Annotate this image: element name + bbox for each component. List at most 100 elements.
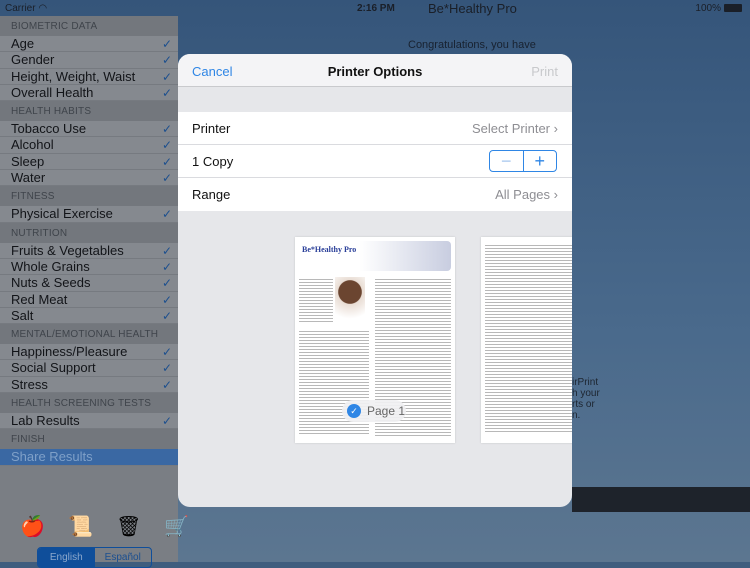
status-bar: Carrier ◠ 2:16 PM Be*Healthy Pro 100% [0,0,750,16]
sidebar-item[interactable]: Red Meat ✓ [0,291,178,308]
sidebar-item-label: Social Support [11,360,96,376]
checkmark-icon: ✓ [161,308,172,323]
sidebar-item-label: Age [11,36,35,51]
checkmark-icon: ✓ [161,122,172,137]
decrement-button[interactable]: − [490,151,524,171]
section-header: NUTRITION [0,222,178,243]
sidebar-item[interactable]: Overall Health ✓ [0,84,178,102]
checkmark-icon: ✓ [161,414,172,429]
page-label: Page 1 [367,404,406,418]
checkmark-icon: ✓ [161,171,172,186]
sidebar-item-label: Whole Grains [11,258,90,274]
sidebar: BIOMETRIC DATA Age ✓ Gender ✓ Height, Weight,… [0,16,189,568]
section-header: FINISH [0,429,178,450]
sidebar-item-label: Alcohol [11,137,54,153]
print-button[interactable]: Print [531,64,558,79]
section-header: HEALTH SCREENING TESTS [0,393,178,414]
sidebar-item[interactable]: Fruits & Vegetables ✓ [0,242,178,259]
sidebar-item[interactable]: Physical Exercise ✓ [0,206,178,223]
checkmark-icon: ✓ [161,53,172,68]
english-button[interactable]: English [38,548,95,567]
dialog-header: Printer Options Cancel Print [178,54,572,87]
section-header: HEALTH HABITS [0,101,178,122]
battery-icon [724,4,742,12]
sidebar-item[interactable]: Lab Results ✓ [0,413,178,430]
printer-label: Printer [192,120,231,136]
apple-measure-icon[interactable]: 🍎 [20,514,45,539]
airprint-line: irPrint [572,377,599,388]
sidebar-item[interactable]: Nuts & Seeds ✓ [0,275,178,292]
section-header: BIOMETRIC DATA [0,16,178,36]
sidebar-item[interactable]: Happiness/Pleasure ✓ [0,344,178,361]
doctor-photo [335,277,365,327]
checkmark-icon: ✓ [161,345,172,360]
sidebar-item[interactable]: Tobacco Use ✓ [0,121,178,138]
checkmark-icon: ✓ [161,85,172,100]
airprint-line: n. [572,410,581,421]
sidebar-item[interactable]: Sleep ✓ [0,153,178,171]
copies-label: 1 Copy [192,153,234,169]
checkmark-icon: ✓ [161,259,172,274]
cancel-button[interactable]: Cancel [192,64,232,79]
sidebar-item[interactable]: Salt ✓ [0,307,178,325]
section-header: FITNESS [0,186,178,207]
battery-percent: 100% [695,2,721,14]
wifi-icon: ◠ [38,2,48,14]
spanish-button[interactable]: Español [95,548,152,567]
sidebar-item-label: Nuts & Seeds [11,275,91,291]
dialog-title: Printer Options [327,64,423,79]
copies-stepper[interactable]: − + [489,150,557,172]
text-block [485,243,572,433]
sidebar-item-label: Lab Results [11,413,80,429]
sidebar-item-label: Tobacco Use [11,121,87,137]
text-block [299,277,333,322]
checkmark-icon: ✓ [161,69,172,84]
checkmark-icon: ✓ [347,404,361,418]
copies-row: 1 Copy − + [178,145,572,178]
sidebar-item[interactable]: Gender ✓ [0,52,178,69]
clock: 2:16 PM [357,2,395,14]
sidebar-item-label: Gender [11,52,55,68]
sidebar-item[interactable]: Water ✓ [0,170,178,187]
sidebar-item-label: Height, Weight, Waist [11,68,136,84]
sidebar-item-label: Red Meat [11,291,68,307]
sidebar-item-label: Salt [11,307,34,323]
increment-button[interactable]: + [524,151,557,171]
checkmark-icon: ✓ [161,154,172,169]
language-toggle[interactable]: English Español [37,547,152,568]
sidebar-item[interactable]: Share Results [0,449,178,466]
airprint-line: h your [572,388,600,399]
page-2-preview[interactable] [481,237,572,443]
sidebar-item-label: Happiness/Pleasure [11,344,128,360]
sidebar-item[interactable]: Stress ✓ [0,376,178,394]
range-label: Range [192,187,231,202]
checkmark-icon: ✓ [161,138,172,153]
sidebar-item[interactable]: Alcohol ✓ [0,137,178,154]
sidebar-item-label: Fruits & Vegetables [11,242,124,258]
sidebar-item-label: Overall Health [11,84,94,100]
checkmark-icon: ✓ [161,377,172,392]
section-header: MENTAL/EMOTIONAL HEALTH [0,324,178,345]
printer-row[interactable]: Printer Select Printer › [178,112,572,145]
checkmark-icon: ✓ [161,207,172,222]
recycle-bin-icon[interactable]: 🗑 [116,514,141,539]
airprint-text: irPrint h your rts or n. [572,377,600,421]
range-row[interactable]: Range All Pages › [178,178,572,211]
checkmark-icon: ✓ [161,243,172,258]
sidebar-item-label: Physical Exercise [11,206,113,222]
sidebar-item[interactable]: Whole Grains ✓ [0,258,178,276]
range-value: All Pages [495,187,551,202]
page-selected-badge[interactable]: ✓ Page 1 [342,400,406,422]
sidebar-item[interactable]: Height, Weight, Waist ✓ [0,68,178,85]
checkmark-icon: ✓ [161,361,172,376]
checkmark-icon: ✓ [161,276,172,291]
page-1-preview[interactable]: Be*Healthy Pro ✓ Page 1 [295,237,455,443]
printer-options-dialog: Printer Options Cancel Print Printer Sele… [178,54,572,507]
sidebar-item[interactable]: Social Support ✓ [0,360,178,377]
shopping-cart-icon[interactable]: 🛒 [164,514,189,539]
scroll-icon[interactable]: 📜 [68,514,93,539]
checkmark-icon: ✓ [161,37,172,51]
airprint-line: rts or [572,399,595,410]
sidebar-item[interactable]: Age ✓ [0,36,178,53]
congratulations-text: Congratulations, you have [408,39,536,51]
